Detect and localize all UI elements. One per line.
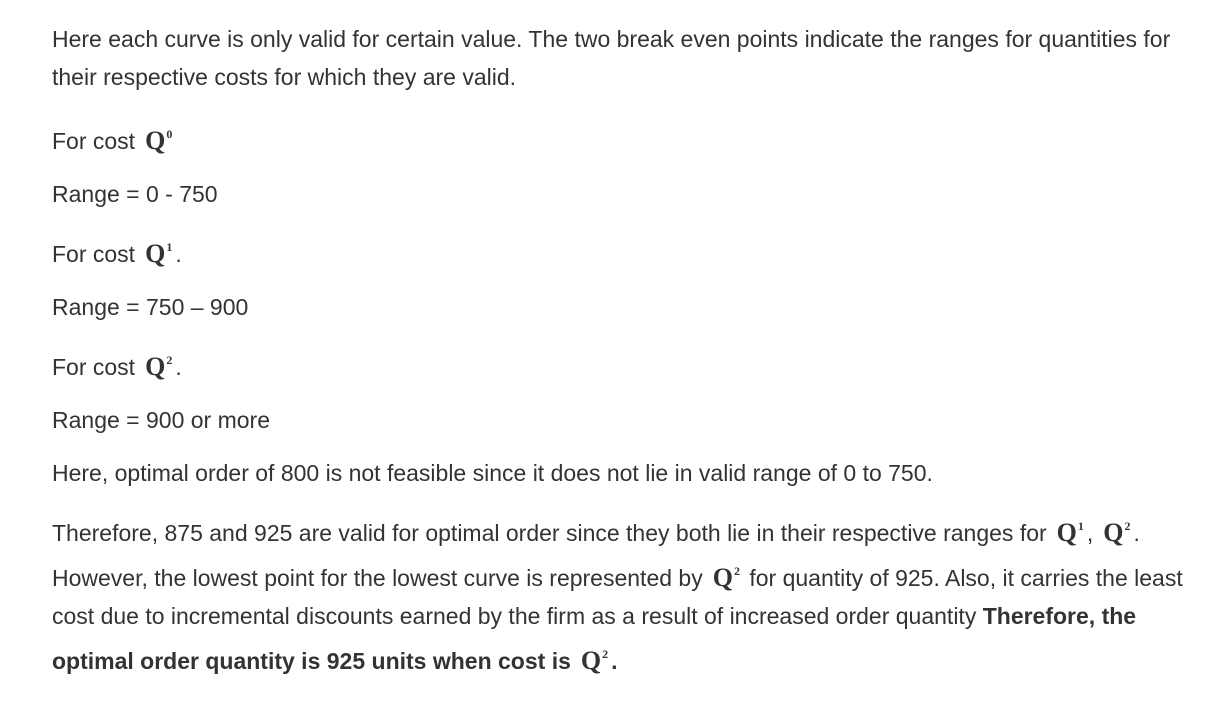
cost-q0-line: For cost Q0 <box>52 115 1202 160</box>
range-q1: Range = 750 – 900 <box>52 294 249 320</box>
cost-q1-line: For cost Q1. <box>52 239 182 268</box>
range-q2: Range = 900 or more <box>52 407 270 433</box>
cost-label: For cost <box>52 128 136 154</box>
infeasible-paragraph: Here, optimal order of 800 is not feasib… <box>52 460 933 486</box>
answer-content: Here each curve is only valid for certai… <box>52 20 1202 699</box>
intro-paragraph: Here each curve is only valid for certai… <box>52 26 1171 90</box>
q-symbol: Q0 <box>145 126 173 155</box>
q-symbol: Q2 <box>1103 518 1131 547</box>
cost-label: For cost <box>52 354 136 380</box>
q-symbol: Q2 <box>580 646 609 675</box>
range-q0: Range = 0 - 750 <box>52 181 218 207</box>
cost-q2-line: For cost Q2. <box>52 352 182 381</box>
q-symbol: Q1 <box>145 239 173 268</box>
q-symbol: Q1 <box>1056 518 1084 547</box>
conclusion-paragraph: Therefore, 875 and 925 are valid for opt… <box>52 518 1183 675</box>
cost-label: For cost <box>52 241 136 267</box>
q-symbol: Q2 <box>145 352 173 381</box>
q-symbol: Q2 <box>712 563 740 592</box>
